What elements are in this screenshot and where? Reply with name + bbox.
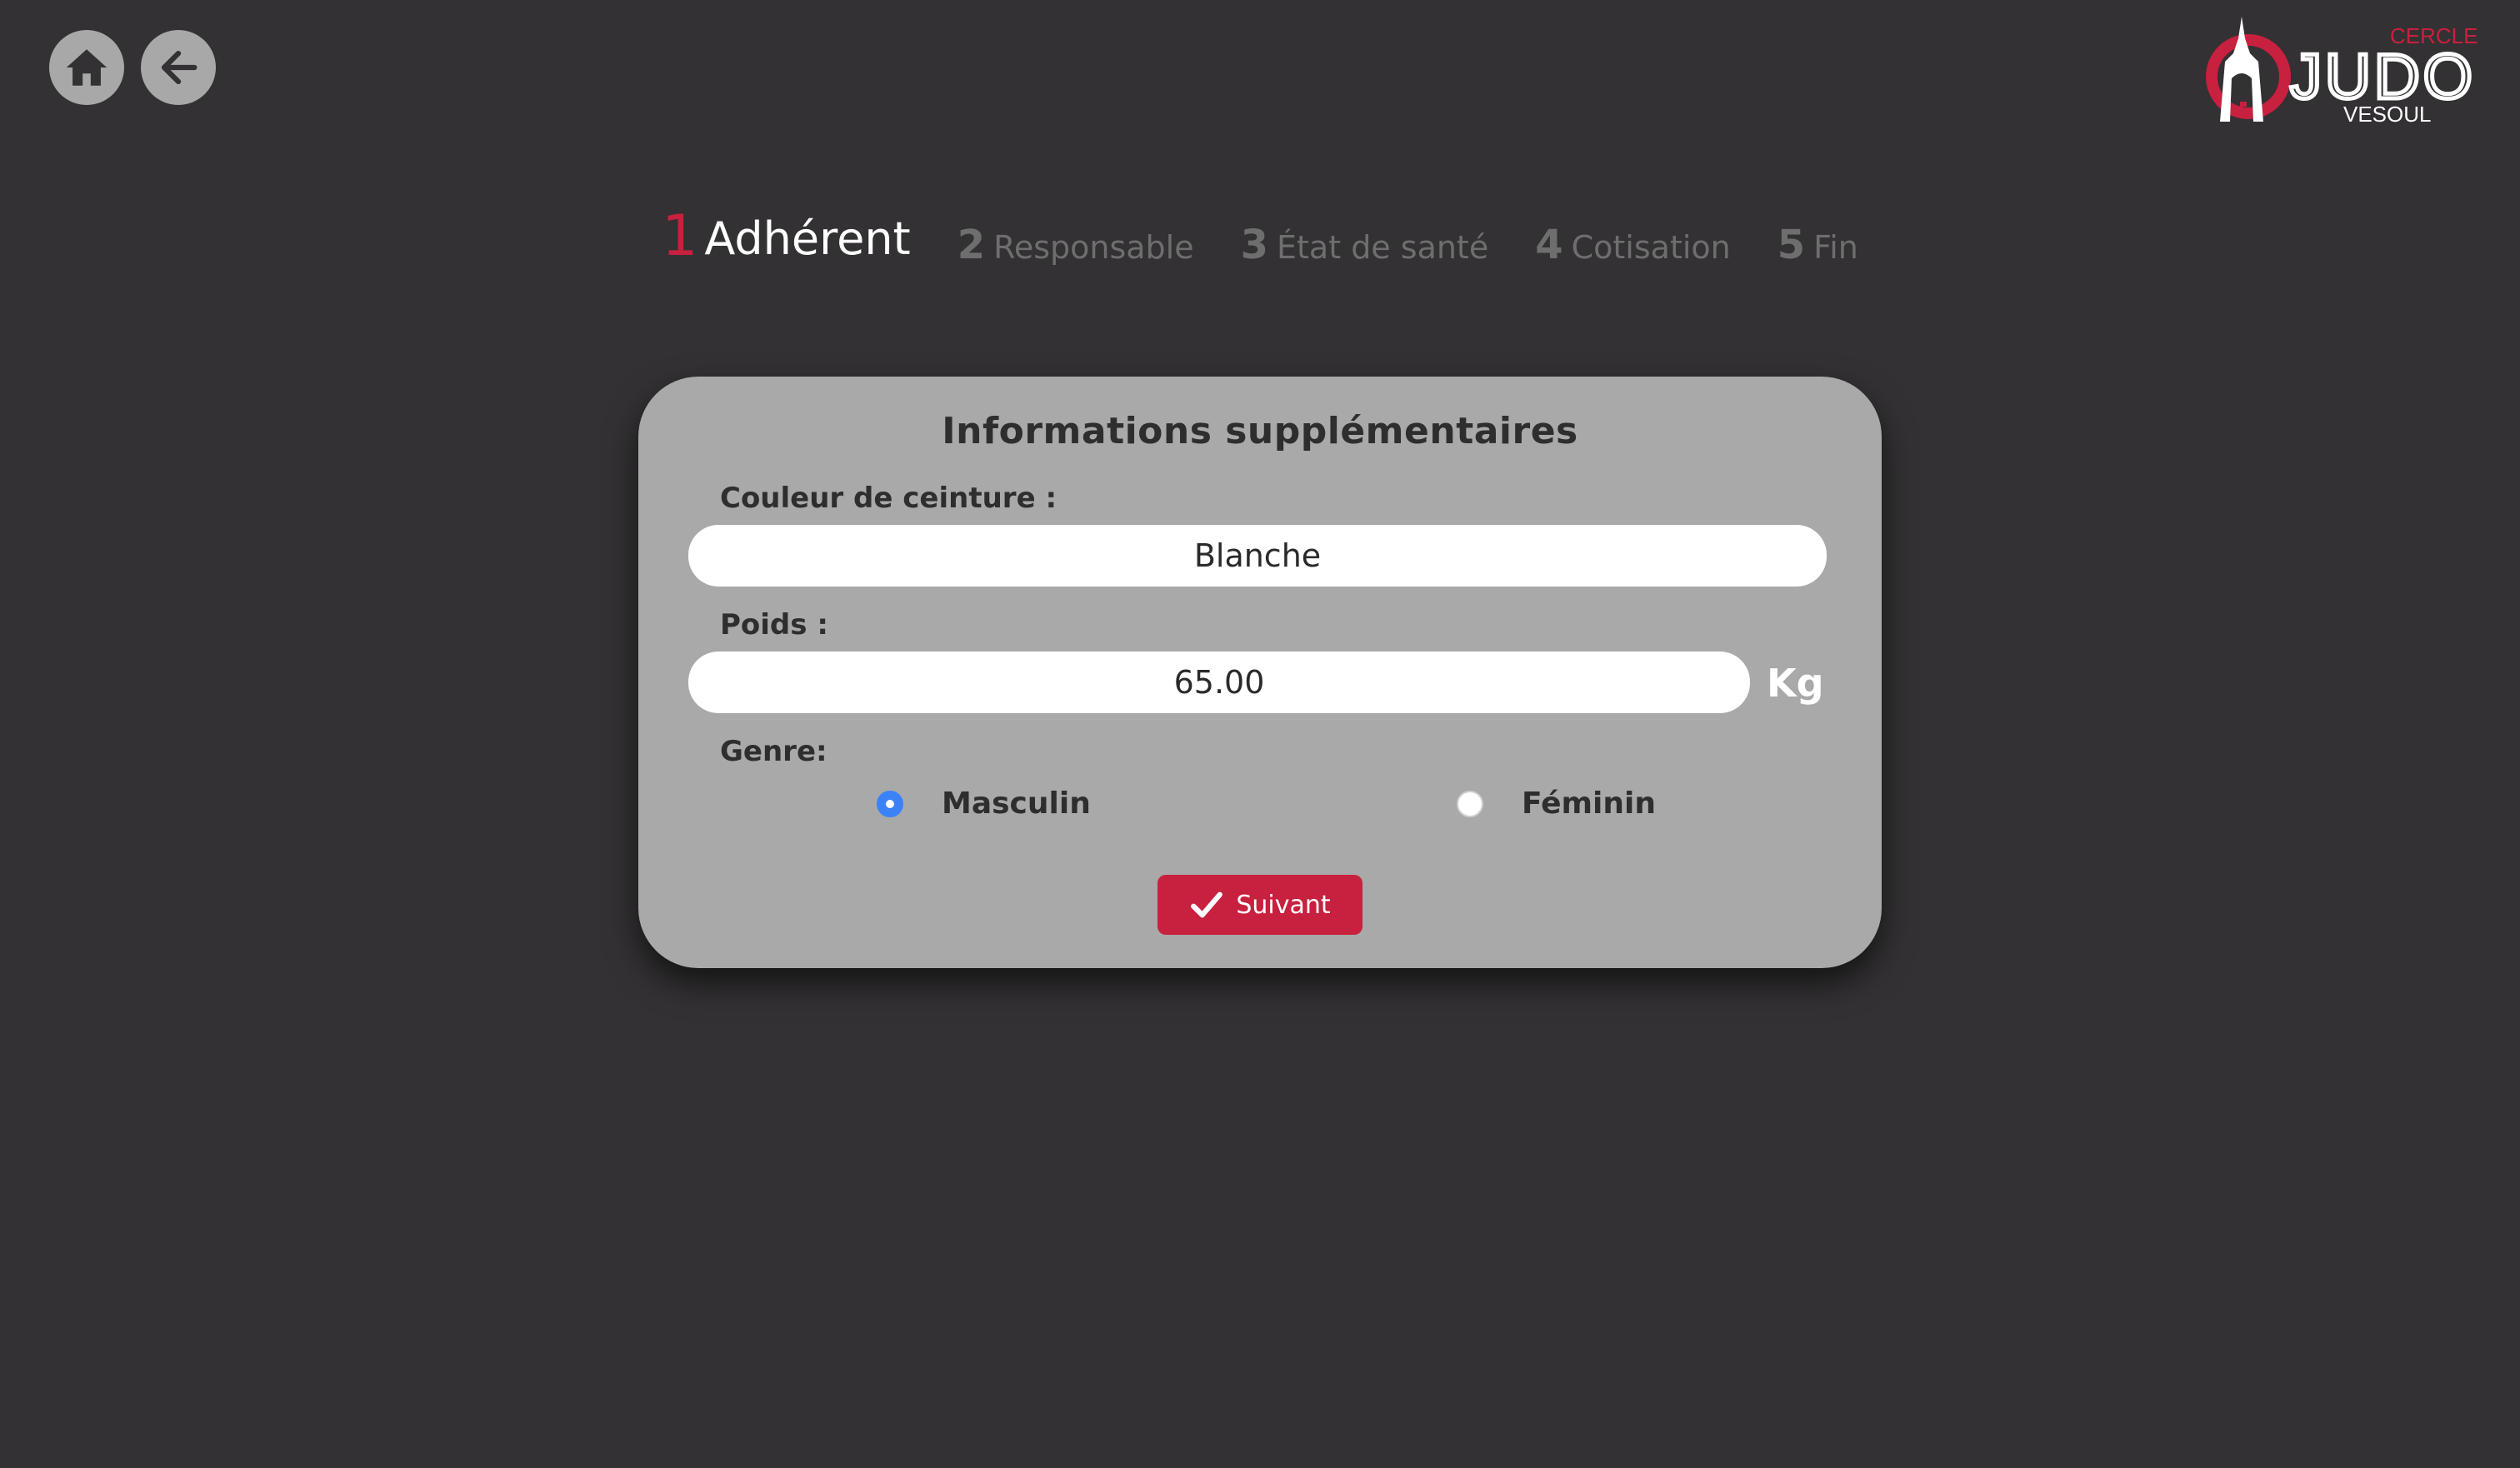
belt-color-value: Blanche — [1193, 537, 1322, 574]
genre-option-feminin[interactable]: Féminin — [1457, 786, 1656, 821]
step-label: Adhérent — [704, 212, 911, 265]
belt-color-select[interactable]: Blanche — [688, 525, 1827, 587]
form-title: Informations supplémentaires — [942, 410, 1578, 452]
step-adherent[interactable]: 1 Adhérent — [662, 208, 911, 265]
next-button-label: Suivant — [1236, 890, 1331, 920]
arrow-left-icon — [161, 50, 198, 85]
home-button[interactable] — [49, 30, 124, 105]
belt-color-label: Couleur de ceinture : — [720, 482, 1058, 515]
logo-bottom-text: VESOUL — [2343, 102, 2432, 127]
step-cotisation[interactable]: 4 Cotisation — [1535, 225, 1731, 265]
home-icon — [66, 49, 108, 86]
radio-label-masculin: Masculin — [942, 786, 1091, 821]
weight-value: 65.00 — [1173, 664, 1265, 701]
step-number: 1 — [662, 203, 698, 269]
info-form-card: Informations supplémentaires Couleur de … — [638, 377, 1882, 968]
weight-label: Poids : — [720, 608, 828, 642]
radio-feminin[interactable] — [1457, 790, 1483, 817]
step-etat-de-sante[interactable]: 3 État de santé — [1241, 225, 1489, 265]
radio-masculin[interactable] — [877, 790, 903, 817]
club-logo: CERCLE JUDO VESOUL — [2200, 13, 2492, 130]
step-label: Responsable — [993, 229, 1194, 266]
step-label: Cotisation — [1571, 229, 1731, 266]
step-fin[interactable]: 5 Fin — [1778, 225, 1858, 265]
check-icon — [1191, 891, 1223, 918]
step-responsable[interactable]: 2 Responsable — [958, 225, 1194, 265]
step-number: 2 — [957, 222, 986, 268]
wizard-steps: 1 Adhérent 2 Responsable 3 État de santé… — [0, 208, 2520, 266]
step-number: 5 — [1777, 222, 1806, 268]
weight-unit: Kg — [1767, 661, 1824, 706]
step-number: 4 — [1535, 222, 1563, 268]
step-label: Fin — [1813, 229, 1858, 266]
step-label: État de santé — [1277, 229, 1489, 266]
genre-option-masculin[interactable]: Masculin — [877, 786, 1091, 821]
radio-label-feminin: Féminin — [1522, 786, 1656, 821]
back-button[interactable] — [141, 30, 216, 105]
next-button[interactable]: Suivant — [1158, 875, 1362, 935]
genre-label: Genre: — [720, 735, 828, 768]
step-number: 3 — [1240, 222, 1269, 268]
weight-input[interactable]: 65.00 — [688, 652, 1750, 713]
